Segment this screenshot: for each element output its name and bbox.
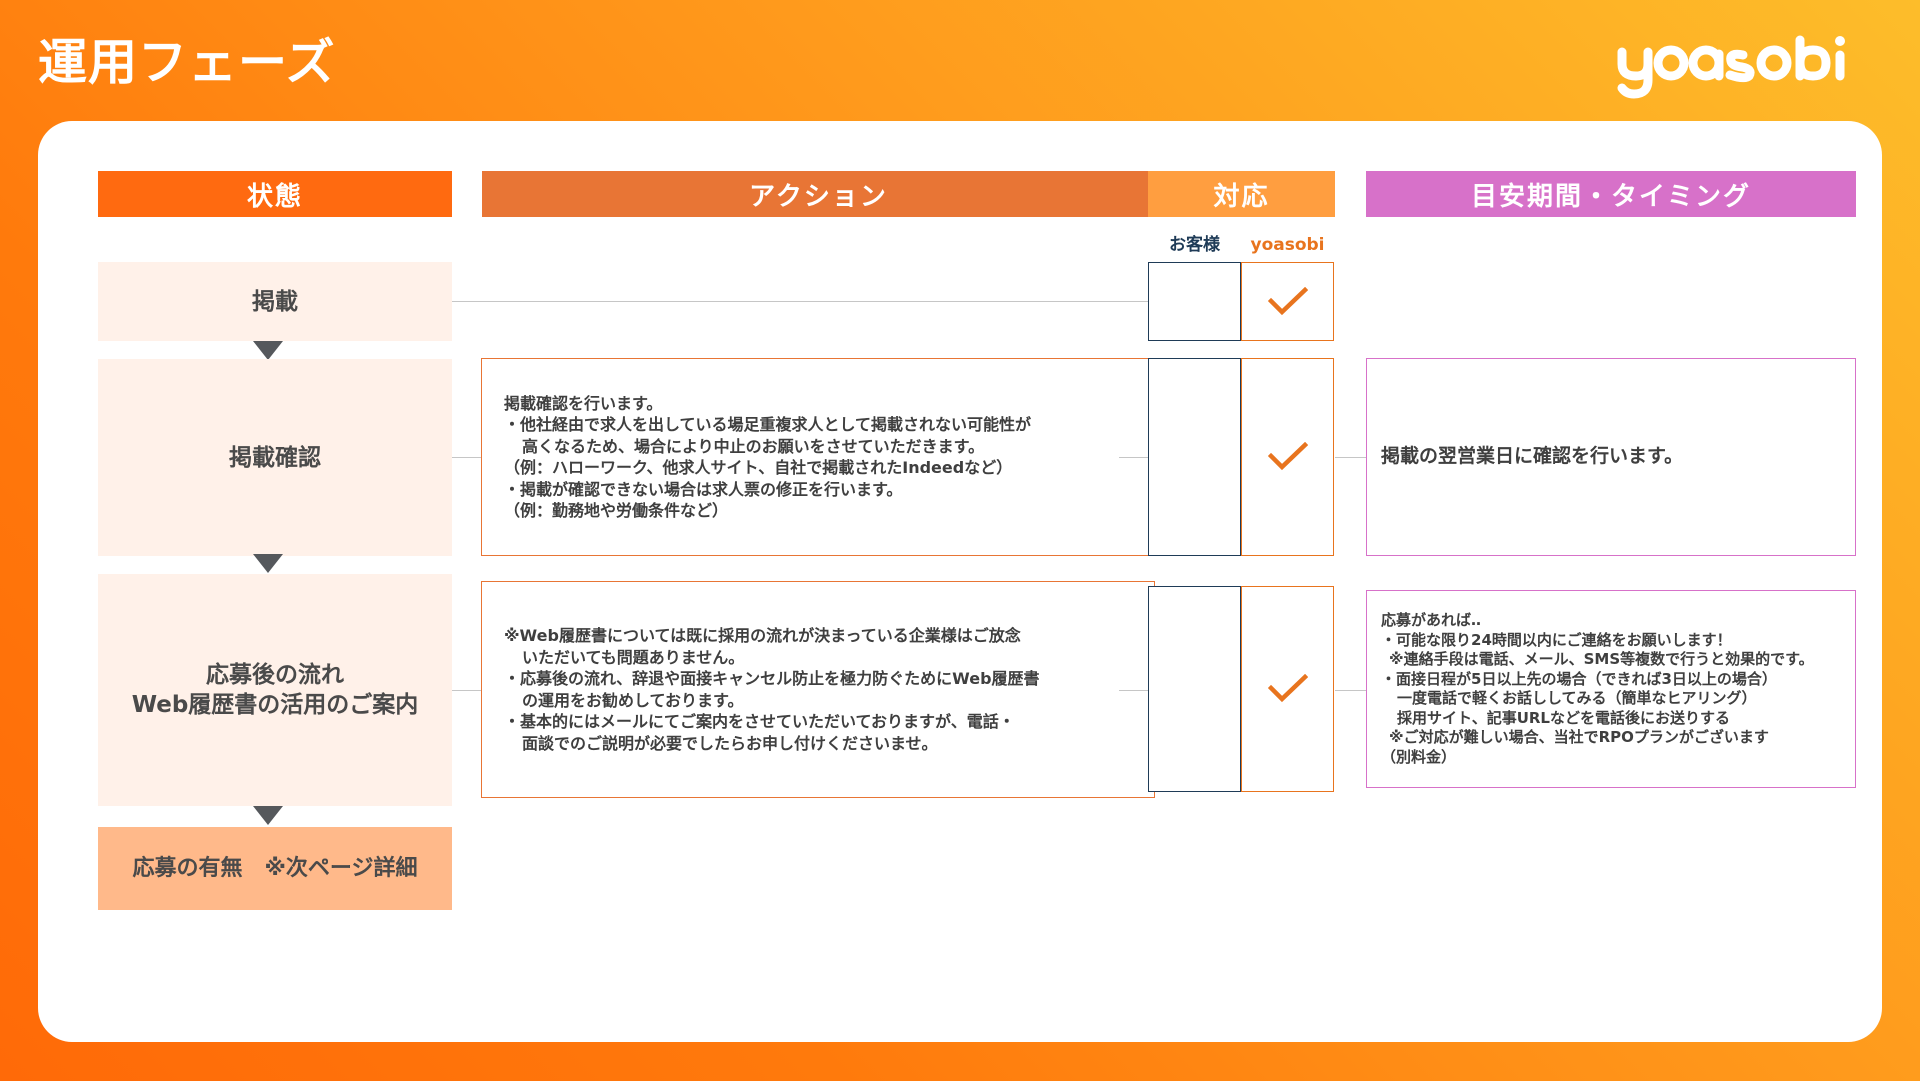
status-posting: 掲載 — [98, 262, 452, 341]
timing-line: ※ご対応が難しい場合、当社でRPOプランがございます — [1389, 728, 1769, 746]
connector-line — [452, 301, 1148, 302]
check-icon — [1267, 286, 1308, 315]
response-cell-customer-posting — [1148, 262, 1241, 341]
timing-posting-check: 掲載の翌営業日に確認を行います。 — [1366, 358, 1856, 556]
response-cell-yoasobi-after-application — [1241, 586, 1334, 792]
arrow-down-icon — [253, 554, 283, 573]
action-line: （例：ハローワーク、他求人サイト、自社で掲載されたIndeedなど） — [504, 458, 1013, 477]
action-line: 面談でのご説明が必要でしたらお申し付けくださいませ。 — [522, 733, 938, 753]
arrow-down-icon — [253, 806, 283, 825]
action-line: の運用をお勧めしております。 — [522, 690, 744, 710]
content-card: 状態 アクション 対応 目安期間・タイミング お客様 yoasobi 掲載 掲載… — [38, 121, 1882, 1042]
timing-after-application: 応募があれば‥ ・可能な限り24時間以内にご連絡をお願いします！ ※連絡手段は電… — [1366, 590, 1856, 788]
action-line: ・基本的にはメールにてご案内をさせていただいておりますが、電話・ — [504, 712, 1015, 731]
action-line: ※Web履歴書については既に採用の流れが決まっている企業様はご放念 — [504, 626, 1021, 645]
connector-line — [452, 690, 481, 691]
action-posting-check: 掲載確認を行います。 ・他社経由で求人を出している場足重複求人として掲載されない… — [481, 358, 1155, 556]
connector-line — [1335, 690, 1366, 691]
check-icon — [1267, 442, 1308, 471]
status-line: Web履歴書の活用のご案内 — [131, 692, 419, 718]
connector-line — [1335, 457, 1366, 458]
action-line: ・他社経由で求人を出している場足重複求人として掲載されない可能性が — [504, 415, 1032, 434]
slide-title: 運用フェーズ — [38, 34, 336, 91]
header-response: 対応 — [1148, 171, 1335, 217]
response-cell-yoasobi-posting — [1241, 262, 1334, 341]
timing-line: ・可能な限り24時間以内にご連絡をお願いします！ — [1381, 630, 1732, 649]
connector-line — [1119, 457, 1148, 458]
timing-line: 応募があれば‥ — [1381, 611, 1482, 629]
header-timing: 目安期間・タイミング — [1366, 171, 1856, 217]
action-line: ・応募後の流れ、辞退や面接キャンセル防止を極力防ぐためにWeb履歴書 — [504, 669, 1040, 688]
action-after-application: ※Web履歴書については既に採用の流れが決まっている企業様はご放念 いただいても… — [481, 581, 1155, 798]
connector-line — [452, 457, 481, 458]
yoasobi-logo: yoasobi — [1617, 35, 1845, 99]
timing-text: 掲載の翌営業日に確認を行います。 — [1381, 445, 1684, 468]
check-icon — [1267, 674, 1308, 703]
response-cell-customer-posting-check — [1148, 358, 1241, 556]
action-line: 高くなるため、場合により中止のお願いをさせていただきます。 — [522, 436, 985, 456]
action-line: ・掲載が確認できない場合は求人票の修正を行います。 — [504, 479, 903, 499]
action-line: 掲載確認を行います。 — [504, 393, 663, 413]
response-cell-customer-after-application — [1148, 586, 1241, 792]
connector-line — [1119, 690, 1148, 691]
timing-line: 採用サイト、記事URLなどを電話後にお送りする — [1397, 708, 1730, 727]
response-label-customer: お客様 — [1169, 235, 1220, 255]
timing-line: ※連絡手段は電話、メール、SMS等複数で行うと効果的です。 — [1389, 650, 1814, 668]
status-line: 応募後の流れ — [206, 662, 344, 688]
header-status: 状態 — [98, 171, 452, 217]
header-action: アクション — [482, 171, 1155, 217]
status-application-result: 応募の有無 ※次ページ詳細 — [98, 827, 452, 910]
timing-line: ・面接日程が5日以上先の場合（できれば3日以上の場合） — [1381, 669, 1777, 688]
timing-line: （別料金） — [1381, 747, 1457, 766]
action-line: いただいても問題ありません。 — [522, 647, 745, 667]
status-after-application: 応募後の流れ Web履歴書の活用のご案内 — [98, 574, 452, 806]
response-label-yoasobi: yoasobi — [1250, 235, 1325, 255]
response-cell-yoasobi-posting-check — [1241, 358, 1334, 556]
timing-line: 一度電話で軽くお話ししてみる（簡単なヒアリング） — [1397, 689, 1757, 707]
status-posting-check: 掲載確認 — [98, 359, 452, 556]
action-line: （例：勤務地や労働条件など） — [504, 501, 729, 520]
arrow-down-icon — [253, 341, 283, 360]
